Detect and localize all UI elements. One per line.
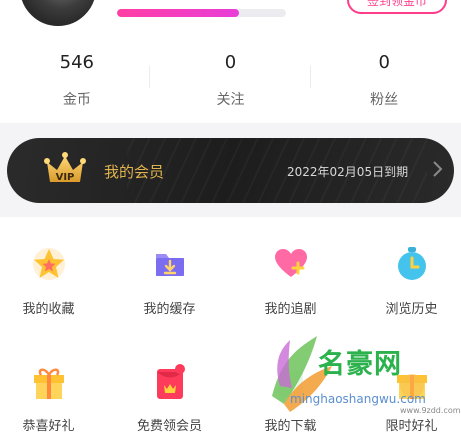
followers-label: 粉丝	[370, 92, 399, 108]
vip-badge-text: VIP	[56, 172, 75, 183]
stats-divider	[310, 66, 311, 88]
coins-count: 546	[59, 52, 95, 73]
level-progress-bar	[117, 9, 286, 17]
grid-label: 我的缓存	[143, 302, 196, 317]
level-progress-fill	[117, 9, 239, 17]
clock-icon	[397, 247, 426, 280]
grid-item-history[interactable]: 浏览历史	[354, 246, 461, 317]
vip-title: 我的会员	[104, 163, 165, 181]
following-count: 0	[224, 52, 237, 73]
watermark-url-small: www.9zdd.com	[400, 406, 461, 415]
vip-expiry-date: 2022年02月05日到期	[287, 165, 409, 179]
red-envelope-icon	[156, 364, 185, 399]
feature-grid: 我的收藏 我的缓存 我的追剧 浏览历史 恭喜好礼 免费领会员 我的下载 限时好礼	[0, 217, 461, 434]
following-label: 关注	[216, 92, 245, 108]
grid-label: 我的下载	[264, 419, 317, 434]
signin-coins-button[interactable]: 签到领金币	[347, 0, 447, 14]
star-icon	[32, 248, 65, 280]
grid-label: 限时好礼	[385, 419, 438, 434]
grid-item-favorites[interactable]: 我的收藏	[0, 246, 106, 317]
stats-row: 546 金币 0 关注 0 粉丝	[0, 48, 461, 118]
coins-label: 金币	[62, 92, 91, 108]
watermark-text: 名豪网	[318, 349, 402, 380]
vip-crown-icon: VIP	[44, 152, 86, 183]
grid-item-following-shows[interactable]: 我的追剧	[233, 246, 348, 317]
heart-plus-icon	[274, 249, 307, 277]
avatar[interactable]	[18, 0, 98, 28]
download-folder-icon	[155, 254, 184, 276]
stat-following[interactable]: 0 关注	[154, 48, 308, 118]
grid-label: 恭喜好礼	[22, 419, 75, 434]
gift-icon	[33, 368, 64, 399]
grid-item-free-vip[interactable]: 免费领会员	[112, 363, 227, 434]
watermark-url: minghaoshangwu.com	[290, 392, 426, 406]
grid-label: 浏览历史	[385, 302, 438, 317]
stat-followers[interactable]: 0 粉丝	[307, 48, 461, 118]
stats-divider	[149, 66, 150, 88]
grid-item-gifts[interactable]: 恭喜好礼	[0, 363, 106, 434]
grid-label: 我的追剧	[264, 302, 317, 317]
stat-coins[interactable]: 546 金币	[0, 48, 154, 118]
grid-label: 我的收藏	[22, 302, 75, 317]
grid-item-cache[interactable]: 我的缓存	[112, 246, 227, 317]
followers-count: 0	[378, 52, 390, 73]
chevron-right-icon	[433, 161, 443, 177]
vip-membership-card[interactable]: VIP 我的会员 2022年02月05日到期	[7, 138, 454, 203]
grid-label: 免费领会员	[136, 419, 202, 434]
